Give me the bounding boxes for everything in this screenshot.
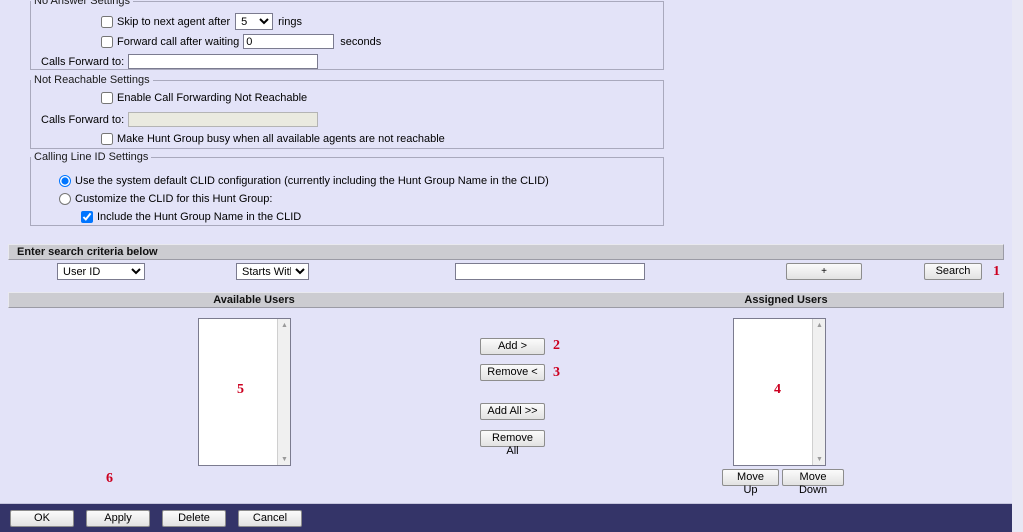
calling-line-id-settings-group: Calling Line ID Settings Use the system … [30, 151, 664, 226]
right-gutter [1012, 0, 1023, 532]
search-term-input[interactable] [455, 263, 645, 280]
move-down-button[interactable]: Move Down [782, 469, 844, 496]
settings-page: No Answer Settings Skip to next agent af… [0, 0, 1012, 532]
forward-wait-seconds-input[interactable] [243, 34, 335, 49]
no-answer-calls-forward-row: Calls Forward to: [41, 54, 319, 69]
annotation-marker-1: 1 [993, 264, 1000, 279]
forward-call-after-waiting-checkbox[interactable] [101, 35, 113, 48]
annotation-marker-4: 4 [774, 382, 781, 397]
add-all-users-button[interactable]: Add All >> [480, 403, 545, 420]
cancel-button[interactable]: Cancel [238, 509, 302, 527]
include-hunt-group-name-label: Include the Hunt Group Name in the CLID [97, 211, 302, 223]
rings-suffix-label: rings [278, 15, 302, 28]
move-up-button[interactable]: Move Up [722, 469, 779, 496]
clid-customize-radio[interactable] [59, 193, 71, 205]
skip-to-next-agent-row: Skip to next agent after 012345678910 ri… [101, 13, 302, 30]
assigned-users-scrollbar[interactable]: ▲ ▼ [812, 319, 825, 465]
skip-to-next-agent-checkbox[interactable] [101, 15, 113, 28]
search-match-select[interactable]: Starts WithContainsEqual To [236, 263, 309, 280]
annotation-marker-3: 3 [553, 365, 560, 380]
scroll-down-icon[interactable]: ▼ [813, 453, 825, 465]
clid-customize-row: Customize the CLID for this Hunt Group: [59, 193, 272, 205]
make-hunt-group-busy-label: Make Hunt Group busy when all available … [117, 133, 445, 145]
no-answer-settings-group: No Answer Settings Skip to next agent af… [30, 0, 664, 70]
search-criteria-select[interactable]: User IDLast NameFirst NamePhone NumberEx… [57, 263, 145, 280]
not-reachable-calls-forward-label: Calls Forward to: [41, 113, 125, 126]
enable-call-forwarding-not-reachable-label: Enable Call Forwarding Not Reachable [117, 92, 308, 104]
clid-use-system-default-radio[interactable] [59, 175, 71, 187]
forward-call-after-waiting-label: Forward call after waiting [117, 35, 240, 48]
no-answer-legend: No Answer Settings [34, 0, 130, 7]
make-hunt-group-busy-row: Make Hunt Group busy when all available … [101, 133, 445, 145]
enable-call-forwarding-not-reachable-checkbox[interactable] [101, 92, 113, 104]
clid-use-system-default-label: Use the system default CLID configuratio… [75, 175, 549, 187]
add-user-button[interactable]: Add > [480, 338, 545, 355]
annotation-marker-2: 2 [553, 338, 560, 353]
calling-line-id-legend: Calling Line ID Settings [34, 151, 149, 163]
available-users-listbox[interactable]: ▲ ▼ [198, 318, 291, 466]
annotation-marker-6: 6 [106, 471, 113, 486]
scroll-down-icon[interactable]: ▼ [278, 453, 290, 465]
ok-button[interactable]: OK [10, 509, 74, 527]
no-answer-calls-forward-input[interactable] [128, 54, 319, 69]
footer-action-bar: OK Apply Delete Cancel [0, 503, 1012, 532]
skip-to-next-agent-label: Skip to next agent after [117, 15, 231, 28]
include-hunt-group-name-checkbox[interactable] [81, 211, 93, 223]
rings-select[interactable]: 012345678910 [235, 13, 274, 30]
available-users-title: Available Users [213, 294, 295, 306]
no-answer-calls-forward-label: Calls Forward to: [41, 55, 125, 68]
clid-use-default-row: Use the system default CLID configuratio… [59, 175, 549, 187]
not-reachable-calls-forward-input[interactable] [128, 112, 319, 127]
make-hunt-group-busy-checkbox[interactable] [101, 133, 113, 145]
scroll-up-icon[interactable]: ▲ [278, 319, 290, 331]
delete-button[interactable]: Delete [162, 509, 226, 527]
search-button[interactable]: Search [924, 263, 982, 280]
annotation-marker-5: 5 [237, 382, 244, 397]
apply-button[interactable]: Apply [86, 509, 150, 527]
clid-include-name-row: Include the Hunt Group Name in the CLID [81, 211, 301, 223]
enable-cf-not-reachable-row: Enable Call Forwarding Not Reachable [101, 92, 307, 104]
users-columns-header: Available Users Assigned Users [8, 292, 1004, 308]
clid-customize-label: Customize the CLID for this Hunt Group: [75, 193, 273, 205]
seconds-suffix-label: seconds [340, 35, 382, 48]
not-reachable-settings-group: Not Reachable Settings Enable Call Forwa… [30, 74, 664, 149]
add-search-criteria-button[interactable]: + [786, 263, 862, 280]
assigned-users-title: Assigned Users [744, 294, 828, 306]
scroll-up-icon[interactable]: ▲ [813, 319, 825, 331]
not-reachable-legend: Not Reachable Settings [34, 74, 150, 86]
search-criteria-header: Enter search criteria below [8, 244, 1004, 260]
available-users-scrollbar[interactable]: ▲ ▼ [277, 319, 290, 465]
not-reachable-calls-forward-row: Calls Forward to: [41, 112, 319, 127]
remove-user-button[interactable]: Remove < [480, 364, 545, 381]
remove-all-users-button[interactable]: Remove All [480, 430, 545, 457]
forward-after-waiting-row: Forward call after waiting seconds [101, 34, 381, 49]
